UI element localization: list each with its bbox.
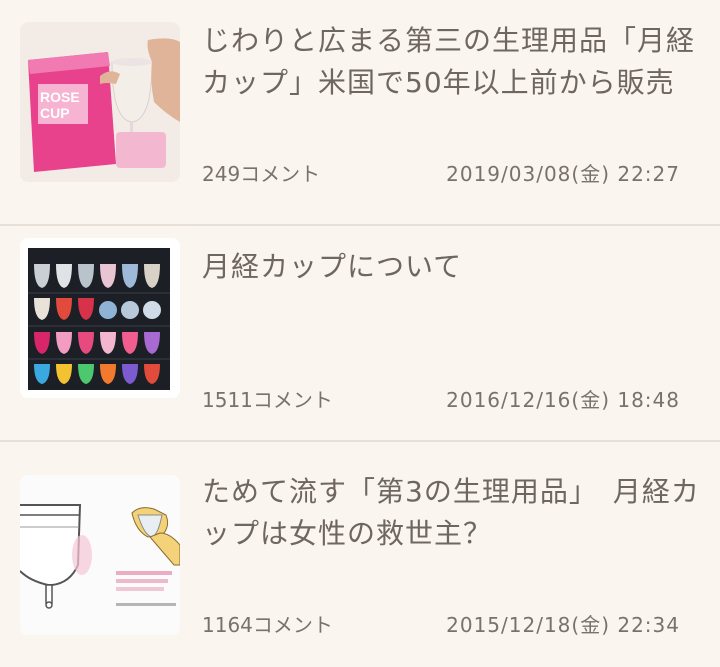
cup-illustration-image bbox=[20, 475, 180, 635]
post-date: 2016/12/16(金) 18:48 bbox=[446, 387, 680, 412]
list-item[interactable]: ROSE CUP じわりと広まる第三の生理用品「月経カップ」米国で50年以上前か… bbox=[0, 0, 720, 226]
comment-count: 1511コメント bbox=[202, 387, 333, 412]
colorful-cups-grid-image bbox=[20, 238, 180, 398]
comment-count: 1164コメント bbox=[202, 612, 333, 637]
post-date: 2015/12/18(金) 22:34 bbox=[446, 612, 680, 637]
article-thumbnail[interactable] bbox=[20, 475, 180, 635]
article-meta: 249コメント 2019/03/08(金) 22:27 bbox=[202, 158, 680, 186]
article-title[interactable]: ためて流す「第3の生理用品」 月経カップは女性の救世主？ bbox=[202, 471, 702, 555]
comment-count: 249コメント bbox=[202, 161, 321, 186]
post-date: 2019/03/08(金) 22:27 bbox=[446, 161, 680, 186]
svg-text:ROSE: ROSE bbox=[40, 89, 80, 105]
article-meta: 1511コメント 2016/12/16(金) 18:48 bbox=[202, 384, 680, 412]
menstrual-cup-box-image: ROSE CUP bbox=[20, 22, 180, 182]
article-thumbnail[interactable] bbox=[20, 238, 180, 398]
list-item[interactable]: ためて流す「第3の生理用品」 月経カップは女性の救世主？ 1164コメント 20… bbox=[0, 441, 720, 667]
article-meta: 1164コメント 2015/12/18(金) 22:34 bbox=[202, 609, 680, 637]
article-thumbnail[interactable]: ROSE CUP bbox=[20, 22, 180, 182]
article-title[interactable]: じわりと広まる第三の生理用品「月経カップ」米国で50年以上前から販売 bbox=[202, 20, 702, 104]
article-list: ROSE CUP じわりと広まる第三の生理用品「月経カップ」米国で50年以上前か… bbox=[0, 0, 720, 665]
svg-text:CUP: CUP bbox=[40, 105, 70, 121]
list-item[interactable]: 月経カップについて 1511コメント 2016/12/16(金) 18:48 bbox=[0, 216, 720, 442]
article-title[interactable]: 月経カップについて bbox=[202, 246, 702, 288]
